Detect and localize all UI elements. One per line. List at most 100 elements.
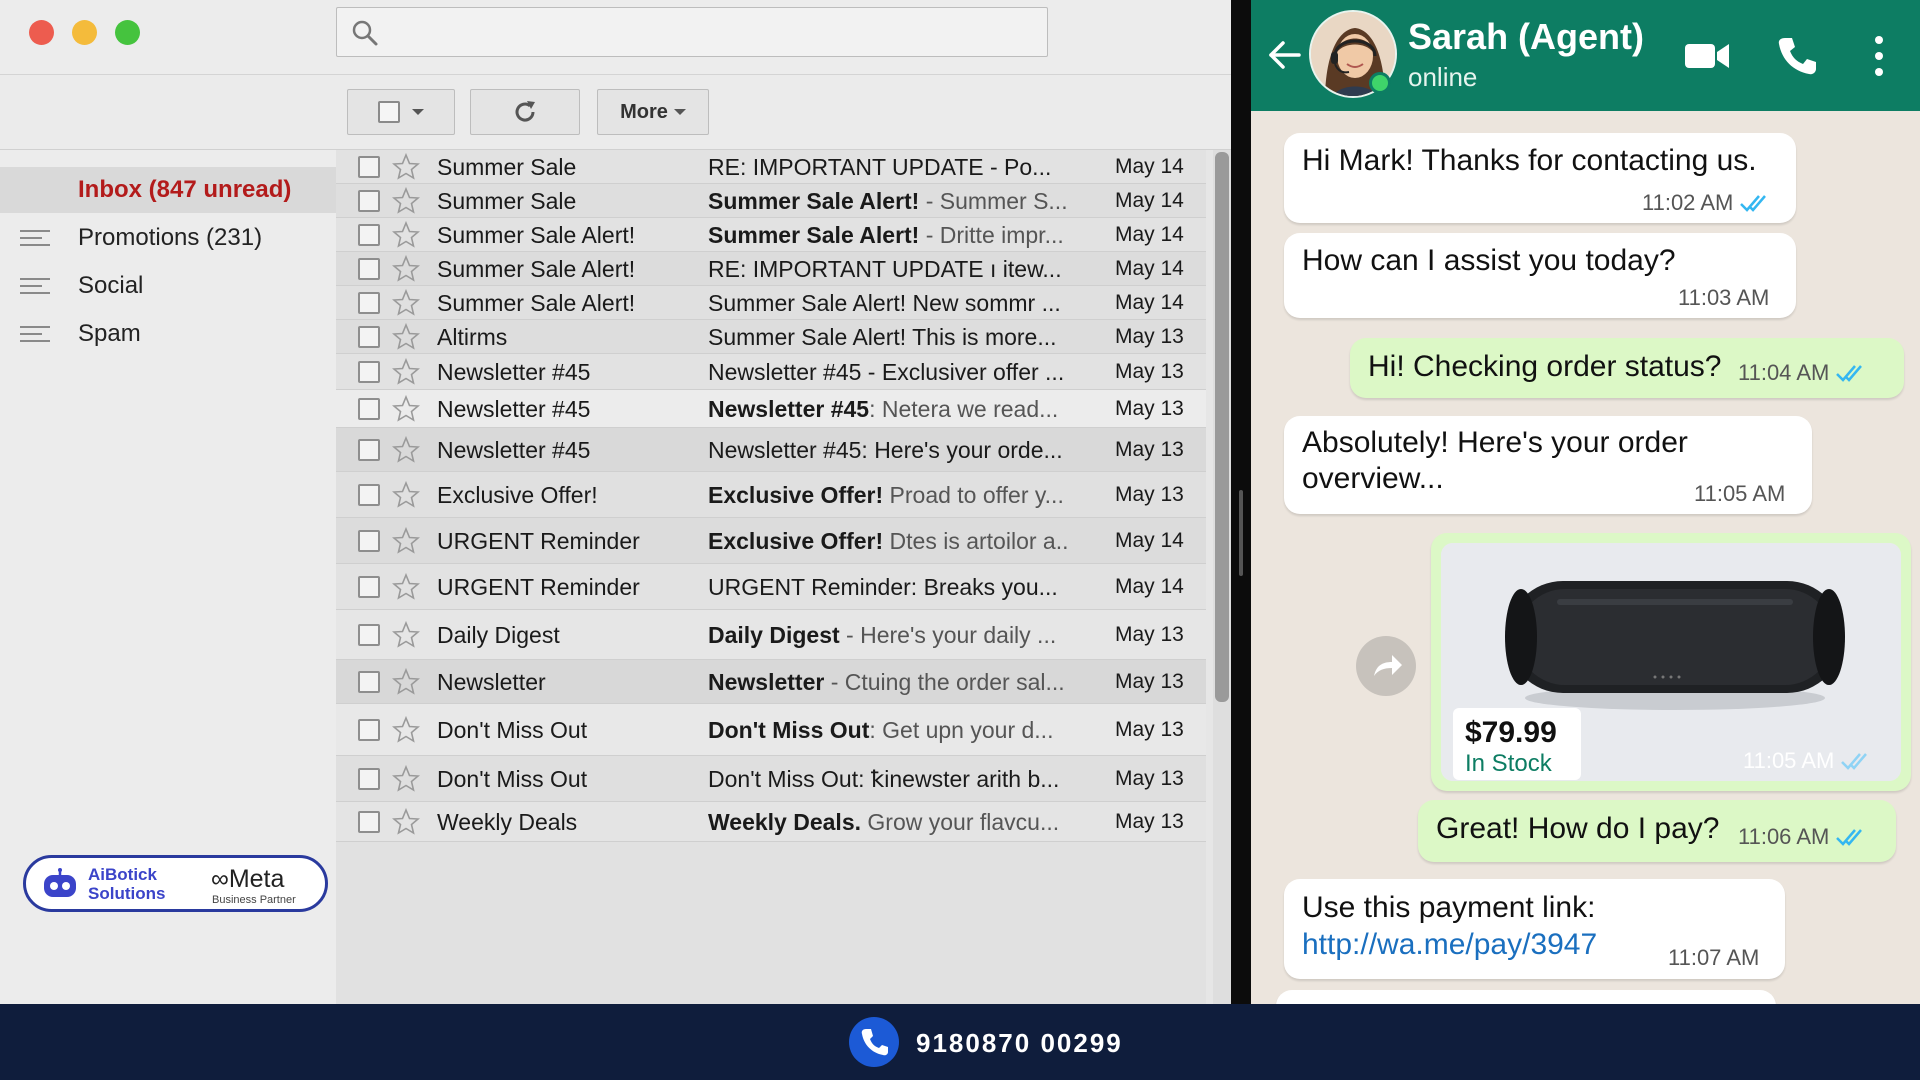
star-icon[interactable] [392, 289, 420, 317]
row-subject: RE: IMPORTANT UPDATE - Po... [708, 154, 1068, 181]
more-button[interactable]: More [597, 89, 709, 135]
sidebar-item-spam[interactable]: Spam [0, 311, 336, 357]
divider-handle[interactable] [1239, 490, 1243, 576]
row-checkbox[interactable] [358, 398, 380, 420]
star-icon[interactable] [392, 573, 420, 601]
contact-name[interactable]: Sarah (Agent) [1408, 16, 1644, 58]
table-row[interactable]: Weekly Deals Weekly Deals. Grow your flav… [336, 802, 1206, 842]
row-subject: Summer Sale Alert! New sommr ... [708, 290, 1068, 317]
table-row[interactable]: Daily Digest Daily Digest - Here's your d… [336, 610, 1206, 660]
row-checkbox[interactable] [358, 624, 380, 646]
select-all-button[interactable] [347, 89, 455, 135]
star-icon[interactable] [392, 221, 420, 249]
message-bubble-outgoing[interactable]: Hi! Checking order status? 11:04 AM [1350, 338, 1904, 398]
row-checkbox[interactable] [358, 719, 380, 741]
row-subject-text: RE: IMPORTANT UPDATE - Po... [708, 154, 1052, 180]
table-row[interactable]: Summer Sale Summer Sale Alert! - Summer S… [336, 184, 1206, 218]
mail-title-bar [0, 0, 1231, 74]
row-subject-text: Summer Sale Alert! This is more... [708, 324, 1057, 350]
more-options-icon[interactable] [1873, 34, 1885, 78]
message-bubble-incoming[interactable]: Hi Mark! Thanks for contacting us. 11:02… [1284, 133, 1796, 223]
star-icon[interactable] [392, 255, 420, 283]
table-row[interactable]: Newsletter #45 Newsletter #45: Netera we … [336, 390, 1206, 428]
row-date: May 14 [1115, 575, 1184, 598]
forward-button[interactable] [1356, 636, 1416, 696]
table-row[interactable]: Summer Sale RE: IMPORTANT UPDATE - Po... M… [336, 150, 1206, 184]
row-checkbox[interactable] [358, 326, 380, 348]
online-status-dot [1369, 72, 1391, 94]
sidebar-item-label: Inbox (847 unread) [78, 176, 292, 203]
table-row[interactable]: Newsletter #45 Newsletter #45: Here's you… [336, 428, 1206, 472]
row-checkbox[interactable] [358, 258, 380, 280]
table-row[interactable]: Summer Sale Alert! RE: IMPORTANT UPDATE ı… [336, 252, 1206, 286]
star-icon[interactable] [392, 808, 420, 836]
table-row[interactable]: Don't Miss Out Don't Miss Out: ꝁinewster … [336, 756, 1206, 802]
message-bubble-outgoing[interactable]: Great! How do I pay? 11:06 AM [1418, 800, 1896, 862]
row-checkbox[interactable] [358, 671, 380, 693]
row-checkbox[interactable] [358, 292, 380, 314]
window-maximize-button[interactable] [115, 20, 140, 45]
row-checkbox[interactable] [358, 811, 380, 833]
row-sender: Summer Sale [437, 188, 577, 214]
row-checkbox[interactable] [358, 190, 380, 212]
mail-search-box[interactable] [336, 7, 1048, 57]
row-date: May 14 [1115, 529, 1184, 552]
back-arrow-icon[interactable] [1265, 36, 1303, 74]
payment-link[interactable]: http://wa.me/pay/3947 [1302, 927, 1597, 963]
star-icon[interactable] [392, 765, 420, 793]
product-image[interactable]: $79.99 In Stock 11:05 AM [1441, 543, 1901, 781]
sidebar-item-social[interactable]: Social [0, 263, 336, 309]
row-checkbox[interactable] [358, 576, 380, 598]
message-text-line-2: overview... [1302, 462, 1444, 495]
star-icon[interactable] [392, 358, 420, 386]
sidebar-item-promotions[interactable]: Promotions (231) [0, 215, 336, 261]
star-icon[interactable] [392, 436, 420, 464]
star-icon[interactable] [392, 153, 420, 181]
star-icon[interactable] [392, 187, 420, 215]
chat-header: Sarah (Agent) online [1251, 0, 1920, 111]
row-checkbox[interactable] [358, 484, 380, 506]
refresh-button[interactable] [470, 89, 580, 135]
table-row[interactable]: URGENT Reminder URGENT Reminder: Breaks y… [336, 564, 1206, 610]
table-row[interactable]: URGENT Reminder Exclusive Offer! Dtes is … [336, 518, 1206, 564]
row-sender: Weekly Deals [437, 809, 578, 835]
message-bubble-incoming[interactable]: Use this payment link: http://wa.me/pay/… [1284, 879, 1785, 979]
row-subject: Newsletter #45: Here's your orde... [708, 437, 1068, 464]
search-input[interactable] [389, 16, 1029, 48]
table-row[interactable]: Altirms Summer Sale Alert! This is more..… [336, 320, 1206, 354]
message-bubble-incoming[interactable]: How can I assist you today? 11:03 AM [1284, 233, 1796, 318]
star-icon[interactable] [392, 716, 420, 744]
phone-call-icon[interactable] [1775, 34, 1819, 78]
star-icon[interactable] [392, 323, 420, 351]
table-row[interactable]: Exclusive Offer! Exclusive Offer! Proad t… [336, 472, 1206, 518]
star-icon[interactable] [392, 527, 420, 555]
window-minimize-button[interactable] [72, 20, 97, 45]
contact-status: online [1408, 62, 1478, 92]
sidebar-item-inbox[interactable]: Inbox (847 unread) [0, 167, 336, 213]
row-checkbox[interactable] [358, 361, 380, 383]
table-row[interactable]: Newsletter Newsletter - Ctuing the order … [336, 660, 1206, 704]
message-bubble-incoming[interactable]: Absolutely! Here's your order overview..… [1284, 416, 1812, 514]
contact-phone-number[interactable]: 9180870 00299 [916, 1028, 1123, 1059]
scrollbar-thumb[interactable] [1215, 152, 1229, 702]
row-date: May 14 [1115, 189, 1184, 212]
product-message-bubble[interactable]: $79.99 In Stock 11:05 AM [1431, 533, 1911, 791]
star-icon[interactable] [392, 481, 420, 509]
message-time: 11:06 AM [1738, 824, 1830, 849]
row-checkbox[interactable] [358, 156, 380, 178]
window-close-button[interactable] [29, 20, 54, 45]
row-checkbox[interactable] [358, 224, 380, 246]
row-checkbox[interactable] [358, 439, 380, 461]
star-icon[interactable] [392, 621, 420, 649]
video-call-icon[interactable] [1683, 38, 1731, 74]
table-row[interactable]: Newsletter #45 Newsletter #45 - Exclusive… [336, 354, 1206, 390]
row-date: May 13 [1115, 483, 1184, 506]
row-checkbox[interactable] [358, 530, 380, 552]
star-icon[interactable] [392, 395, 420, 423]
table-row[interactable]: Summer Sale Alert! Summer Sale Alert! - D… [336, 218, 1206, 252]
table-row[interactable]: Summer Sale Alert! Summer Sale Alert! New… [336, 286, 1206, 320]
table-row[interactable]: Don't Miss Out Don't Miss Out: Get upn yo… [336, 704, 1206, 756]
row-subject-bold: Weekly Deals. [708, 809, 862, 835]
star-icon[interactable] [392, 668, 420, 696]
row-checkbox[interactable] [358, 768, 380, 790]
